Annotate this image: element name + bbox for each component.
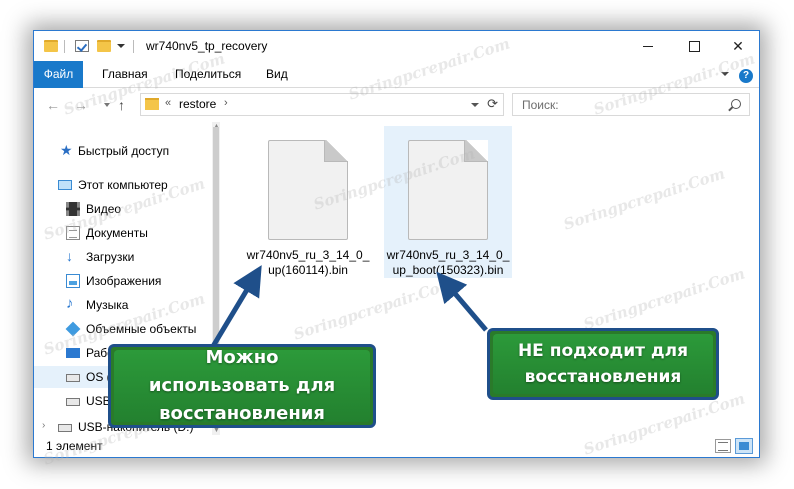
sidebar-item-this-pc[interactable]: Этот компьютер <box>34 174 220 196</box>
tab-home[interactable]: Главная <box>102 61 148 88</box>
search-icon <box>731 99 741 109</box>
file-name: wr740nv5_ru_3_14_0_up_boot(150323).bin <box>386 248 510 277</box>
search-input[interactable]: Поиск: <box>522 98 559 112</box>
sidebar-item-quick-access[interactable]: ★ Быстрый доступ <box>34 140 220 162</box>
documents-icon <box>66 226 80 240</box>
callout-text: Можно использовать для восстановления <box>149 344 335 428</box>
file-corner <box>324 140 348 162</box>
callout-text: НЕ подходит для восстановления <box>518 338 688 390</box>
sidebar-item-documents[interactable]: Документы <box>34 222 220 244</box>
file-corner <box>464 140 488 162</box>
scroll-down-icon[interactable]: ▼ <box>213 427 220 434</box>
ribbon-tabs: Файл Главная Поделиться Вид ? <box>34 61 759 88</box>
callout-unsuitable: НЕ подходит для восстановления <box>487 328 719 400</box>
callout-line: Можно <box>205 347 279 368</box>
breadcrumb-restore[interactable]: restore <box>179 97 216 111</box>
back-icon[interactable]: ← <box>46 97 60 113</box>
close-button[interactable]: ✕ <box>715 31 759 61</box>
maximize-button[interactable] <box>671 31 717 61</box>
sidebar-item-label: Быстрый доступ <box>78 144 170 158</box>
title-bar: wr740nv5_tp_recovery ✕ <box>34 31 759 61</box>
callout-usable: Можно использовать для восстановления <box>108 344 376 428</box>
pictures-icon <box>66 274 80 288</box>
folder-icon <box>145 98 159 110</box>
sidebar-item-pictures[interactable]: Изображения <box>34 270 220 292</box>
tab-view[interactable]: Вид <box>266 61 288 88</box>
forward-icon[interactable]: → <box>74 97 88 113</box>
tab-share[interactable]: Поделиться <box>175 61 241 88</box>
usb-drive-icon <box>66 398 80 406</box>
desktop-icon <box>66 348 80 358</box>
minimize-button[interactable] <box>625 31 671 61</box>
sidebar-item-label: Изображения <box>86 274 162 288</box>
address-dropdown-icon[interactable] <box>471 103 479 107</box>
sidebar-item-downloads[interactable]: ↓ Загрузки <box>34 246 220 268</box>
file-item[interactable]: wr740nv5_ru_3_14_0_up(160114).bin <box>244 126 372 278</box>
refresh-icon[interactable]: ⟳ <box>487 96 498 112</box>
properties-icon[interactable] <box>75 40 89 52</box>
folder-icon <box>44 40 58 52</box>
sidebar-item-label: Загрузки <box>86 250 135 264</box>
sidebar-item-label: Объемные объекты <box>86 322 197 336</box>
new-folder-icon[interactable] <box>97 40 111 52</box>
music-icon: ♪ <box>66 295 74 312</box>
divider <box>64 40 65 53</box>
downloads-icon: ↓ <box>66 248 73 264</box>
callout-line: НЕ подходит для <box>517 341 689 361</box>
address-bar[interactable]: « restore › ⟳ <box>140 93 504 116</box>
sidebar-item-label: Видео <box>86 202 122 216</box>
callout-line: использовать для <box>148 375 336 396</box>
computer-icon <box>58 180 72 190</box>
window-title: wr740nv5_tp_recovery <box>146 39 268 53</box>
expand-ribbon-icon[interactable] <box>721 72 729 76</box>
sidebar-item-label: Музыка <box>86 298 129 312</box>
sidebar-item-label: Документы <box>86 226 148 240</box>
chevron-right-icon[interactable]: › <box>42 420 45 431</box>
callout-line: восстановления <box>159 403 325 424</box>
navigation-bar: ← → ↑ « restore › ⟳ Поиск: <box>34 88 759 122</box>
usb-drive-icon <box>58 424 72 432</box>
status-bar: 1 элемент <box>34 435 759 457</box>
star-icon: ★ <box>60 142 73 158</box>
help-icon[interactable]: ? <box>739 69 753 83</box>
tab-file[interactable]: Файл <box>34 61 83 88</box>
details-view-icon[interactable] <box>715 439 731 453</box>
recent-locations-icon[interactable] <box>104 103 110 107</box>
sidebar-item-music[interactable]: ♪ Музыка <box>34 294 220 316</box>
divider <box>133 40 134 53</box>
3d-objects-icon <box>65 321 81 337</box>
sidebar-item-3d-objects[interactable]: Объемные объекты <box>34 318 220 340</box>
customize-toolbar-dropdown-icon[interactable] <box>117 44 125 48</box>
item-count: 1 элемент <box>46 439 103 453</box>
search-box[interactable]: Поиск: <box>512 93 750 116</box>
breadcrumb-overflow[interactable]: « <box>165 97 171 109</box>
file-name: wr740nv5_ru_3_14_0_up(160114).bin <box>246 248 370 277</box>
drive-icon <box>66 374 80 382</box>
file-item[interactable]: wr740nv5_ru_3_14_0_up_boot(150323).bin <box>384 126 512 278</box>
up-icon[interactable]: ↑ <box>118 97 125 113</box>
chevron-right-icon[interactable]: › <box>224 97 228 109</box>
sidebar-item-video[interactable]: Видео <box>34 198 220 220</box>
video-icon <box>66 202 80 216</box>
callout-line: восстановления <box>524 367 682 387</box>
large-icons-view-icon[interactable] <box>735 438 753 454</box>
sidebar-item-label: Этот компьютер <box>78 178 168 192</box>
